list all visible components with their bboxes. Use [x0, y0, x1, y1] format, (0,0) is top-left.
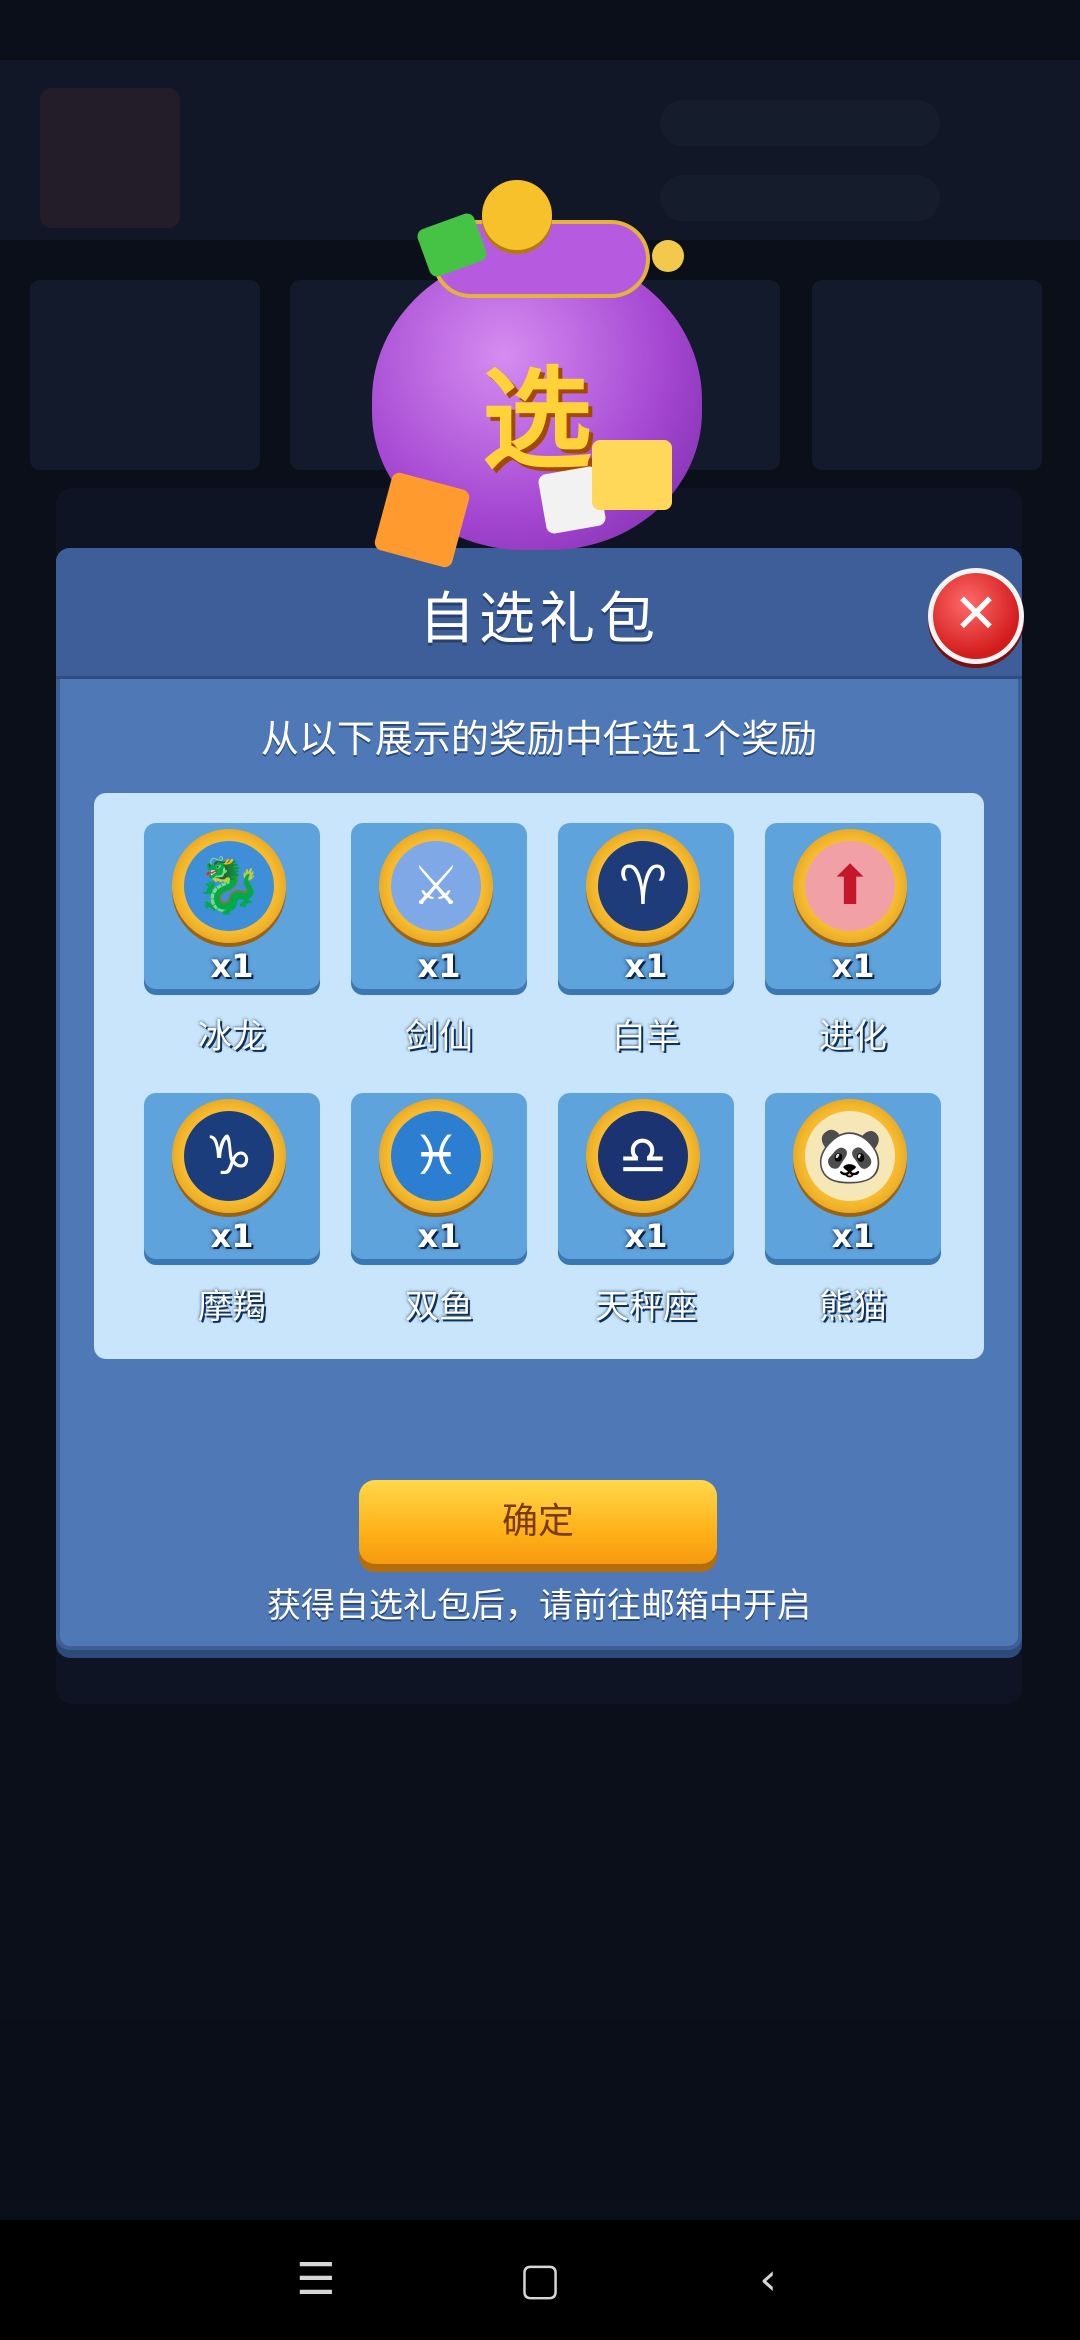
panda-icon: 🐼: [805, 1111, 895, 1201]
reward-icon-frame: ♓: [379, 1099, 493, 1213]
reward-tile[interactable]: ♓ x1: [351, 1093, 527, 1259]
reward-icon-frame: 🐼: [793, 1099, 907, 1213]
reward-quantity: x1: [417, 947, 461, 985]
reward-tile[interactable]: ⬆ x1: [765, 823, 941, 989]
reward-icon-frame: 🐉: [172, 829, 286, 943]
close-icon: ✕: [953, 582, 999, 645]
background-card: [30, 280, 260, 470]
reward-name: 进化: [819, 1017, 887, 1057]
reward-name: 天秤座: [595, 1287, 697, 1327]
reward-quantity: x1: [210, 1217, 254, 1255]
gold-hexagon-icon: [592, 440, 672, 510]
reward-panel: 🐉 x1 冰龙 ⚔ x1 剑仙 ♈ x1 白羊 ⬆ x1 进化 ♑ x1 摩羯 …: [94, 793, 984, 1359]
reward-quantity: x1: [624, 947, 668, 985]
pisces-icon: ♓: [391, 1111, 481, 1201]
reward-quantity: x1: [831, 947, 875, 985]
sword-immortal-icon: ⚔: [391, 841, 481, 931]
reward-name: 剑仙: [405, 1017, 473, 1057]
reward-quantity: x1: [417, 1217, 461, 1255]
reward-icon-frame: ⚔: [379, 829, 493, 943]
dialog-footnote: 获得自选礼包后，请前往邮箱中开启: [267, 1586, 811, 1626]
reward-icon-frame: ⬆: [793, 829, 907, 943]
reward-tile[interactable]: ♈ x1: [558, 823, 734, 989]
reward-icon-frame: ♎: [586, 1099, 700, 1213]
gold-coin-icon: [482, 180, 552, 250]
menu-icon[interactable]: ☰: [286, 2250, 346, 2310]
reward-name: 白羊: [612, 1017, 680, 1057]
capricorn-icon: ♑: [184, 1111, 274, 1201]
dialog-subtitle: 从以下展示的奖励中任选1个奖励: [260, 717, 818, 761]
back-icon[interactable]: ‹: [738, 2250, 798, 2310]
gift-pack-dialog: 自选礼包 ✕ 从以下展示的奖励中任选1个奖励 🐉 x1 冰龙 ⚔ x1 剑仙 ♈…: [56, 548, 1024, 1650]
reward-tile[interactable]: ♎ x1: [558, 1093, 734, 1259]
reward-tile[interactable]: ⚔ x1: [351, 823, 527, 989]
reward-tile[interactable]: 🐼 x1: [765, 1093, 941, 1259]
background-avatar: [40, 88, 180, 228]
dialog-title: 自选礼包: [419, 587, 659, 652]
gift-pouch-illustration: 选: [362, 180, 732, 570]
background-resource-bar: [660, 100, 940, 146]
reward-name: 熊猫: [819, 1287, 887, 1327]
background-card: [812, 280, 1042, 470]
aries-icon: ♈: [598, 841, 688, 931]
libra-icon: ♎: [598, 1111, 688, 1201]
reward-quantity: x1: [831, 1217, 875, 1255]
home-icon[interactable]: ▢: [510, 2250, 570, 2310]
reward-tile[interactable]: 🐉 x1: [144, 823, 320, 989]
reward-quantity: x1: [624, 1217, 668, 1255]
reward-icon-frame: ♑: [172, 1099, 286, 1213]
confirm-button[interactable]: 确定: [359, 1480, 717, 1564]
background-bottom-nav: [0, 2020, 1080, 2200]
reward-name: 摩羯: [198, 1287, 266, 1327]
tassel-bead-icon: [652, 240, 684, 272]
reward-tile[interactable]: ♑ x1: [144, 1093, 320, 1259]
reward-name: 双鱼: [405, 1287, 473, 1327]
reward-icon-frame: ♈: [586, 829, 700, 943]
close-button[interactable]: ✕: [928, 568, 1024, 664]
ice-dragon-icon: 🐉: [184, 841, 274, 931]
reward-quantity: x1: [210, 947, 254, 985]
evolution-icon: ⬆: [805, 841, 895, 931]
reward-name: 冰龙: [198, 1017, 266, 1057]
